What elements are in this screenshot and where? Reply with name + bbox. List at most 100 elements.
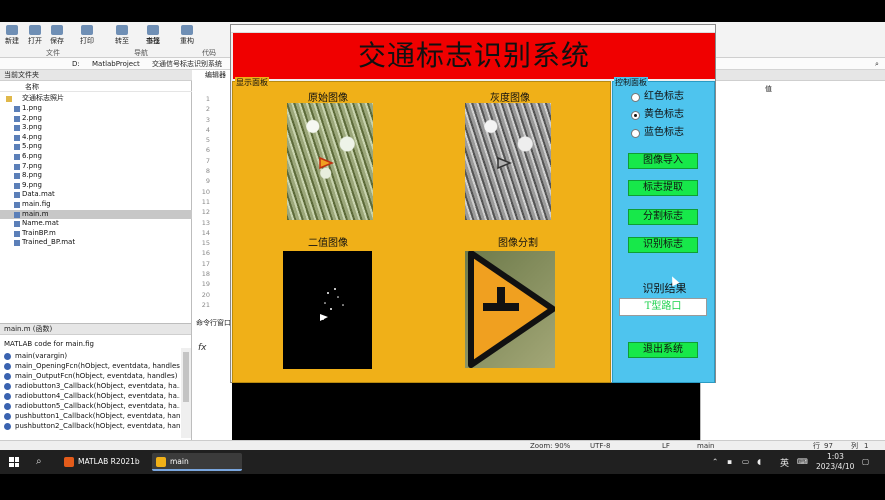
radio-red-dot[interactable] xyxy=(631,93,640,102)
file-name: TrainBP.m xyxy=(22,228,56,237)
file-item[interactable]: 2.png xyxy=(0,114,192,124)
function-icon xyxy=(4,423,11,430)
radio-yellow-sign[interactable]: 黄色标志 xyxy=(631,108,684,122)
workspace-column-value[interactable]: 值 xyxy=(765,84,772,94)
line-numbers: 1 2 3 4 5 6 7 8 9 10 11 12 13 14 15 16 17 18 19 20 21 xyxy=(196,94,210,310)
path-project[interactable]: 交通信号标志识别系统 xyxy=(152,58,222,70)
import-image-button[interactable]: 图像导入 xyxy=(628,153,698,169)
file-name: 9.png xyxy=(22,180,43,189)
file-icon xyxy=(14,125,20,132)
file-item[interactable]: 4.png xyxy=(0,133,192,143)
folder-icon xyxy=(6,96,12,102)
file-item[interactable]: 1.png xyxy=(0,104,192,114)
figure-titlebar[interactable] xyxy=(231,25,715,33)
function-name: main_OpeningFcn(hObject, eventdata, hand… xyxy=(15,362,180,370)
workspace-title: 区 xyxy=(701,70,885,81)
column-header-name[interactable]: 名称 xyxy=(0,82,192,92)
command-window-title: 命令行窗口 xyxy=(196,319,231,327)
line-number: 21 xyxy=(201,300,210,309)
file-item[interactable]: Trained_BP.mat xyxy=(0,238,192,248)
binary-image xyxy=(283,251,372,369)
function-item[interactable]: main_OpeningFcn(hObject, eventdata, hand… xyxy=(0,361,180,371)
path-folder[interactable]: MatlabProject xyxy=(92,58,140,70)
function-item[interactable]: pushbutton1_Callback(hObject, eventdata,… xyxy=(0,411,180,421)
file-name: main.m xyxy=(22,209,49,218)
function-item[interactable]: main(varargin) xyxy=(0,351,180,361)
save-icon xyxy=(51,25,63,35)
tray-chevron-icon[interactable]: ⌃ xyxy=(712,457,718,466)
line-number: 6 xyxy=(205,146,210,155)
folder-item[interactable]: 交通标志照片 xyxy=(0,94,192,104)
windows-start-icon[interactable] xyxy=(9,457,19,467)
file-item[interactable]: 5.png xyxy=(0,142,192,152)
file-item[interactable]: Data.mat xyxy=(0,190,192,200)
path-drive[interactable]: D: xyxy=(72,58,80,70)
fx-prompt: fx xyxy=(198,343,207,353)
file-name: 5.png xyxy=(22,142,43,151)
result-label: 识别结果 xyxy=(642,282,687,295)
open-button[interactable]: 打开 xyxy=(28,25,42,46)
extract-sign-button[interactable]: 标志提取 xyxy=(628,180,698,196)
file-icon xyxy=(14,106,20,112)
radio-yellow-dot[interactable] xyxy=(631,111,640,120)
radio-red-sign[interactable]: 红色标志 xyxy=(631,90,684,104)
exit-system-button[interactable]: 退出系统 xyxy=(628,342,698,358)
recognize-sign-button[interactable]: 识别标志 xyxy=(628,237,698,253)
function-item[interactable]: radiobutton5_Callback(hObject, eventdata… xyxy=(0,401,180,411)
tray-keyboard-icon[interactable]: ⌨ xyxy=(797,457,808,466)
save-button[interactable]: 保存 xyxy=(50,25,64,46)
tray-network-icon[interactable]: ▭ xyxy=(742,457,749,466)
screen: 新建 打开 保存 打印 转至 查找 书签 重构 文件 导航 代码 D: Matl… xyxy=(0,0,885,500)
ime-indicator[interactable]: 英 xyxy=(780,456,789,469)
tray-volume-icon[interactable]: ◖ xyxy=(757,457,761,466)
refactor-icon xyxy=(181,25,193,35)
taskbar-matlab[interactable]: MATLAB R2021b xyxy=(60,453,146,471)
file-icon xyxy=(14,211,20,218)
file-item[interactable]: 8.png xyxy=(0,171,192,181)
result-field[interactable]: T型路口 xyxy=(619,298,707,316)
notification-icon[interactable]: ▢ xyxy=(862,457,869,466)
segment-sign-button[interactable]: 分割标志 xyxy=(628,209,698,225)
clock-date[interactable]: 2023/4/10 xyxy=(816,462,854,471)
file-item[interactable]: 9.png xyxy=(0,181,192,191)
file-item[interactable]: main.m xyxy=(0,209,192,220)
function-item[interactable]: main_OutputFcn(hObject, eventdata, handl… xyxy=(0,371,180,381)
section-file: 文件 xyxy=(46,49,60,57)
figure-icon xyxy=(156,457,166,467)
print-button[interactable]: 打印 xyxy=(80,25,94,46)
file-icon xyxy=(14,240,20,247)
file-item[interactable]: 7.png xyxy=(0,162,192,172)
scroll-thumb[interactable] xyxy=(183,352,189,402)
section-navigate: 导航 xyxy=(134,49,148,57)
line-number: 17 xyxy=(201,259,210,268)
search-icon[interactable]: ⌕ xyxy=(36,456,42,467)
tray-app-icon[interactable]: ▪ xyxy=(727,457,732,466)
function-item[interactable]: pushbutton2_Callback(hObject, eventdata,… xyxy=(0,421,180,431)
file-icon xyxy=(14,221,20,228)
clock-time[interactable]: 1:03 xyxy=(827,452,844,461)
search-icon[interactable]: ⌕ xyxy=(875,58,879,70)
new-button[interactable]: 新建 xyxy=(5,25,19,46)
line-number: 1 xyxy=(205,95,210,103)
taskbar-main[interactable]: main xyxy=(152,453,242,471)
file-item[interactable]: Name.mat xyxy=(0,219,192,229)
refactor-button[interactable]: 重构 xyxy=(180,25,194,46)
file-icon xyxy=(14,115,20,122)
goto-button[interactable]: 转至 xyxy=(115,25,129,46)
function-item[interactable]: radiobutton4_Callback(hObject, eventdata… xyxy=(0,391,180,401)
details-scrollbar[interactable] xyxy=(181,348,191,438)
file-icon xyxy=(14,134,20,141)
matlab-icon xyxy=(64,457,74,467)
radio-blue-dot[interactable] xyxy=(631,129,640,138)
radio-blue-sign[interactable]: 蓝色标志 xyxy=(631,126,684,140)
line-number: 4 xyxy=(205,125,210,134)
function-item[interactable]: radiobutton3_Callback(hObject, eventdata… xyxy=(0,381,180,391)
editor-tab[interactable]: 编辑器 xyxy=(205,70,226,80)
bookmark-button[interactable]: 书签 xyxy=(146,36,160,46)
goto-label: 转至 xyxy=(115,37,129,45)
file-item[interactable]: TrainBP.m xyxy=(0,229,192,239)
file-item[interactable]: 6.png xyxy=(0,152,192,162)
file-item[interactable]: main.fig xyxy=(0,200,192,210)
file-item[interactable]: 3.png xyxy=(0,123,192,133)
original-image xyxy=(287,103,373,220)
